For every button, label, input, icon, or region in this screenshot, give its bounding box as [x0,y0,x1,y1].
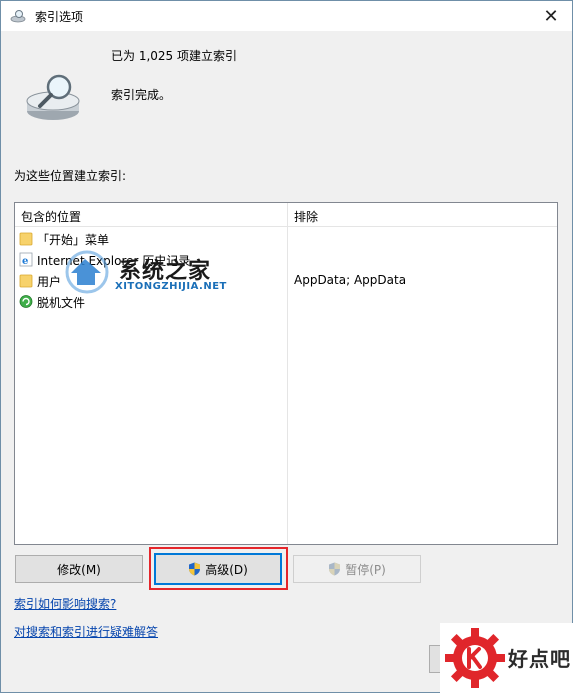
indexing-drive-icon [26,74,80,120]
close-icon[interactable]: ✕ [534,2,568,30]
troubleshoot-search-link[interactable]: 对搜索和索引进行疑难解答 [14,623,158,640]
indexed-count: 已为 1,025 项建立索引 [111,49,237,63]
exclude-value: AppData; AppData [294,273,407,287]
ie-icon: e [19,252,33,267]
folder-icon [19,274,33,288]
uac-shield-icon [189,562,201,576]
locations-label: 为这些位置建立索引: [14,169,127,183]
badge-watermark: 好点吧 [440,623,573,693]
uac-shield-icon [329,562,341,576]
offline-files-icon [19,295,33,308]
title-bar: 索引选项 ✕ [1,1,572,31]
indexing-options-icon [10,10,26,23]
advanced-button[interactable]: 高级(D) [154,553,282,585]
location-label: 「开始」菜单 [37,233,110,247]
modify-button-label: 修改(M) [57,562,101,577]
watermark-subtitle: XITONGZHIJIA.NET [115,281,227,292]
how-indexing-affects-search-link[interactable]: 索引如何影响搜索? [14,595,116,612]
site-watermark: 系统之家 XITONGZHIJIA.NET [57,249,243,297]
column-exclude[interactable]: 排除 [294,208,318,225]
modify-button[interactable]: 修改(M) [15,555,143,583]
window-title: 索引选项 [35,10,84,24]
pause-button[interactable]: 暂停(P) [293,555,421,583]
indexing-status: 索引完成。 [111,88,172,102]
indexing-options-window: 索引选项 ✕ 已为 1,025 项建立索引 索引完成。 为这些位置建立索引: 包… [0,0,573,693]
column-included-locations[interactable]: 包含的位置 [21,208,81,225]
gear-logo-icon [445,628,505,688]
list-item[interactable]: 「开始」菜单 [15,228,557,249]
svg-text:e: e [22,256,28,267]
watermark-logo-icon [65,250,109,294]
badge-text: 好点吧 [508,647,571,671]
folder-icon [19,232,33,246]
pause-button-label: 暂停(P) [345,562,386,577]
advanced-button-label: 高级(D) [205,562,248,577]
list-header: 包含的位置 排除 [15,203,557,227]
